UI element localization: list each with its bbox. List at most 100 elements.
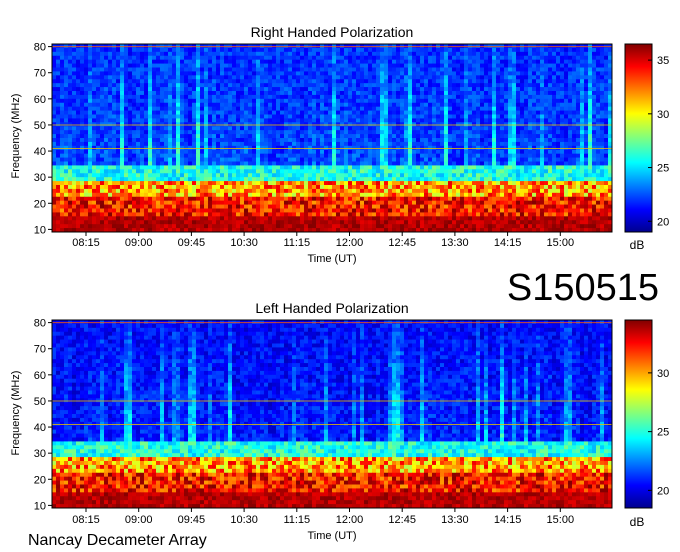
intensity-cell xyxy=(372,181,377,186)
intensity-cell xyxy=(448,177,453,182)
intensity-cell xyxy=(464,141,469,147)
intensity-cell xyxy=(524,91,529,96)
intensity-cell xyxy=(300,91,305,96)
intensity-cell xyxy=(312,134,317,139)
intensity-cell xyxy=(540,63,545,68)
intensity-cell xyxy=(584,126,589,131)
intensity-cell xyxy=(80,149,85,155)
intensity-cell xyxy=(364,94,369,100)
intensity-cell xyxy=(324,110,329,115)
intensity-cell xyxy=(292,87,297,92)
intensity-cell xyxy=(548,138,553,143)
intensity-cell xyxy=(308,114,313,119)
intensity-cell xyxy=(524,47,529,53)
intensity-cell xyxy=(532,157,537,162)
intensity-cell xyxy=(64,102,69,108)
intensity-cell xyxy=(388,79,393,84)
intensity-cell xyxy=(284,51,289,57)
intensity-cell xyxy=(148,161,153,166)
intensity-cell xyxy=(88,153,93,158)
intensity-cell xyxy=(512,157,517,162)
intensity-cell xyxy=(484,63,489,68)
intensity-cell xyxy=(112,59,117,64)
intensity-cell xyxy=(276,94,281,100)
intensity-cell xyxy=(288,91,293,96)
intensity-cell xyxy=(372,71,377,76)
intensity-cell xyxy=(60,165,65,170)
intensity-cell xyxy=(252,51,257,57)
intensity-cell xyxy=(252,55,257,61)
intensity-cell xyxy=(76,126,81,131)
intensity-cell xyxy=(508,130,513,135)
intensity-cell xyxy=(380,130,385,135)
intensity-cell xyxy=(448,126,453,131)
intensity-cell xyxy=(564,51,569,57)
intensity-cell xyxy=(152,75,157,80)
intensity-cell xyxy=(512,106,517,111)
intensity-cell xyxy=(76,149,81,155)
intensity-cell xyxy=(436,161,441,166)
intensity-cell xyxy=(372,157,377,162)
intensity-cell xyxy=(420,79,425,84)
intensity-cell xyxy=(164,181,169,186)
intensity-cell xyxy=(596,110,601,115)
intensity-cell xyxy=(316,173,321,178)
intensity-cell xyxy=(508,71,513,76)
intensity-cell xyxy=(188,161,193,166)
intensity-cell xyxy=(576,51,581,57)
intensity-cell xyxy=(240,51,245,57)
intensity-cell xyxy=(412,83,417,88)
intensity-cell xyxy=(324,67,329,72)
intensity-cell xyxy=(400,118,405,123)
intensity-cell xyxy=(600,47,605,53)
intensity-cell xyxy=(260,114,265,119)
intensity-cell xyxy=(188,126,193,131)
intensity-cell xyxy=(344,98,349,104)
intensity-cell xyxy=(68,165,73,170)
intensity-cell xyxy=(124,83,129,88)
intensity-cell xyxy=(420,102,425,108)
intensity-cell xyxy=(468,177,473,182)
intensity-cell xyxy=(596,126,601,131)
intensity-cell xyxy=(412,63,417,68)
intensity-cell xyxy=(604,177,609,182)
intensity-cell xyxy=(396,153,401,158)
intensity-cell xyxy=(312,102,317,108)
intensity-cell xyxy=(548,91,553,96)
intensity-cell xyxy=(532,110,537,115)
intensity-cell xyxy=(464,55,469,61)
intensity-cell xyxy=(408,126,413,131)
intensity-cell xyxy=(224,181,229,186)
intensity-cell xyxy=(144,106,149,111)
intensity-cell xyxy=(472,177,477,182)
intensity-cell xyxy=(328,134,333,139)
intensity-cell xyxy=(384,138,389,143)
intensity-cell xyxy=(432,55,437,61)
intensity-cell xyxy=(588,83,593,88)
intensity-cell xyxy=(360,169,365,174)
intensity-cell xyxy=(92,87,97,92)
intensity-cell xyxy=(548,98,553,104)
intensity-cell xyxy=(412,165,417,170)
intensity-cell xyxy=(536,47,541,53)
intensity-cell xyxy=(416,134,421,139)
intensity-cell xyxy=(412,47,417,53)
intensity-cell xyxy=(380,55,385,61)
intensity-cell xyxy=(376,181,381,186)
intensity-cell xyxy=(340,153,345,158)
intensity-cell xyxy=(304,106,309,111)
intensity-cell xyxy=(336,126,341,131)
intensity-cell xyxy=(240,102,245,108)
intensity-cell xyxy=(168,91,173,96)
intensity-cell xyxy=(132,67,137,72)
intensity-cell xyxy=(372,149,377,155)
intensity-cell xyxy=(288,51,293,57)
intensity-cell xyxy=(456,141,461,147)
intensity-cell xyxy=(324,106,329,111)
intensity-cell xyxy=(80,181,85,186)
intensity-cell xyxy=(420,67,425,72)
intensity-cell xyxy=(548,55,553,61)
intensity-cell xyxy=(92,173,97,178)
intensity-cell xyxy=(448,153,453,158)
intensity-cell xyxy=(52,153,57,158)
